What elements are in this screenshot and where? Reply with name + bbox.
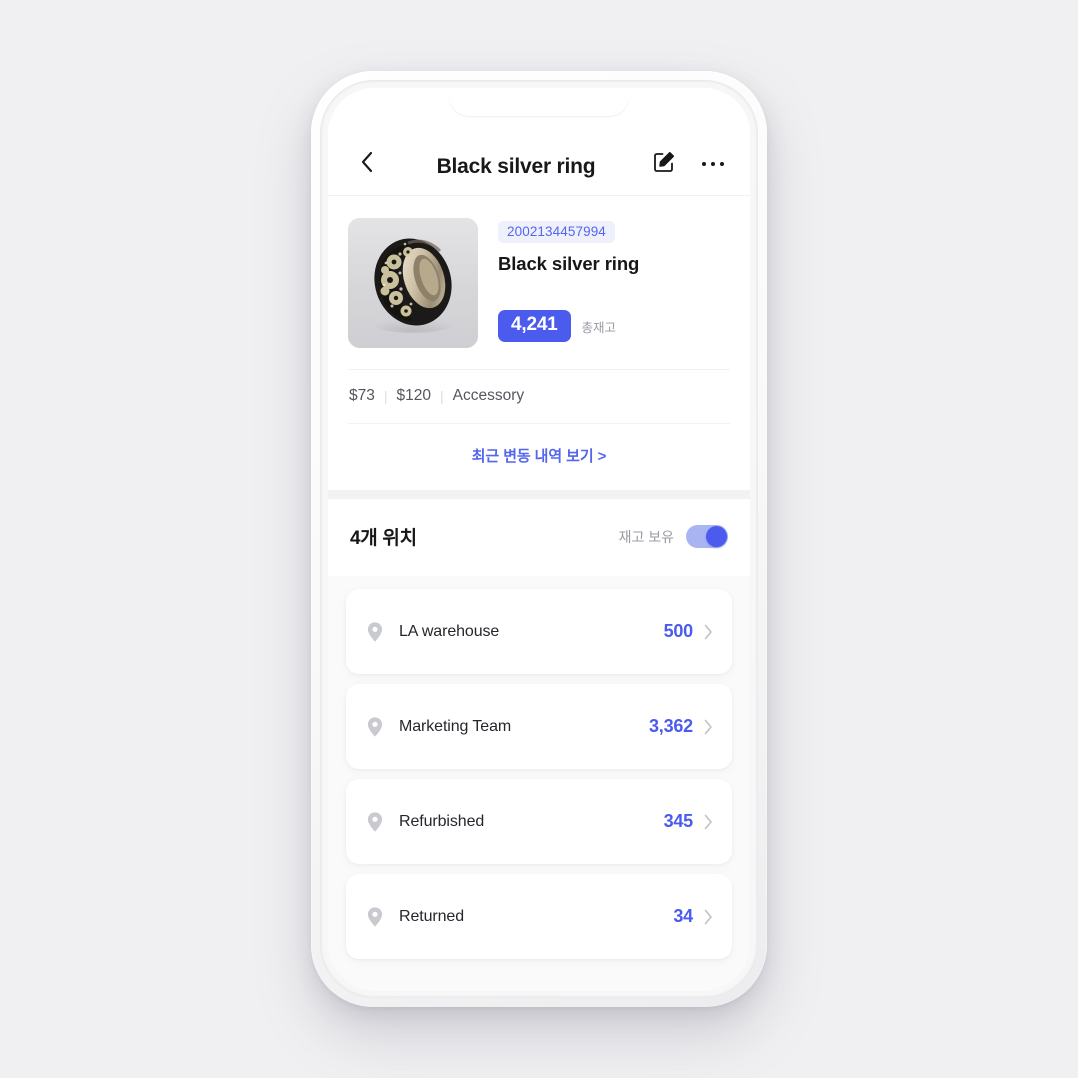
location-name: Returned — [399, 907, 465, 925]
locations-section: 4개 위치 재고 보유 LA warehouse 500 Marketing T… — [328, 499, 750, 989]
locations-list: LA warehouse 500 Marketing Team 3,362 Re… — [328, 576, 750, 959]
view-recent-changes-link[interactable]: 최근 변동 내역 보기 > — [472, 448, 607, 465]
product-image[interactable] — [348, 218, 478, 348]
location-quantity: 34 — [673, 906, 693, 926]
chevron-left-icon — [359, 150, 375, 179]
section-separator — [328, 490, 750, 499]
history-row: 최근 변동 내역 보기 > — [348, 423, 730, 490]
in-stock-filter: 재고 보유 — [619, 525, 728, 548]
total-stock-label: 총재고 — [581, 320, 617, 335]
total-stock-row: 4,241 총재고 — [498, 310, 730, 348]
phone-device: Black silver ring 2002134457994 Black si… — [311, 71, 767, 1007]
phone-notch — [449, 88, 629, 116]
chevron-right-icon — [704, 624, 713, 640]
location-name: Refurbished — [399, 812, 485, 830]
back-button[interactable] — [350, 147, 384, 181]
locations-count-title: 4개 위치 — [350, 528, 417, 549]
map-pin-icon — [364, 810, 386, 834]
retail-price: $120 — [396, 387, 431, 404]
chevron-right-icon — [704, 719, 713, 735]
edit-button[interactable] — [648, 147, 680, 181]
map-pin-icon — [364, 905, 386, 929]
in-stock-toggle[interactable] — [686, 525, 728, 548]
cost-price: $73 — [349, 387, 375, 404]
product-details: 2002134457994 Black silver ring 4,241 총재… — [498, 218, 730, 348]
more-menu-button[interactable] — [698, 147, 728, 181]
list-item[interactable]: Refurbished 345 — [346, 779, 732, 864]
locations-header: 4개 위치 재고 보유 — [328, 499, 750, 576]
product-summary: 2002134457994 Black silver ring 4,241 총재… — [348, 218, 730, 348]
list-item[interactable]: Returned 34 — [346, 874, 732, 959]
black-silver-ring-photo — [348, 218, 478, 348]
price-separator-2: | — [440, 388, 444, 404]
chevron-right-icon — [704, 814, 713, 830]
edit-pencil-icon — [652, 150, 676, 179]
location-name: Marketing Team — [399, 717, 512, 735]
page-title: Black silver ring — [436, 155, 596, 178]
map-pin-icon — [364, 620, 386, 644]
toggle-knob — [706, 526, 727, 547]
price-separator-1: | — [383, 388, 388, 404]
location-name: LA warehouse — [399, 622, 500, 640]
more-horizontal-icon — [701, 161, 725, 167]
total-stock-badge: 4,241 — [498, 310, 571, 342]
location-quantity: 500 — [663, 621, 694, 641]
phone-screen: Black silver ring 2002134457994 Black si… — [328, 88, 750, 990]
price-category-row: $73 | $120 | Accessory — [348, 370, 730, 423]
product-name: Black silver ring — [498, 253, 640, 274]
list-item[interactable]: Marketing Team 3,362 — [346, 684, 732, 769]
product-category: Accessory — [452, 387, 525, 404]
product-sku: 2002134457994 — [498, 221, 615, 243]
location-quantity: 3,362 — [648, 716, 693, 736]
list-item[interactable]: LA warehouse 500 — [346, 589, 732, 674]
map-pin-icon — [364, 715, 386, 739]
product-section: 2002134457994 Black silver ring 4,241 총재… — [328, 196, 750, 490]
location-quantity: 345 — [663, 811, 694, 831]
chevron-right-icon — [704, 909, 713, 925]
in-stock-toggle-label: 재고 보유 — [618, 528, 674, 545]
